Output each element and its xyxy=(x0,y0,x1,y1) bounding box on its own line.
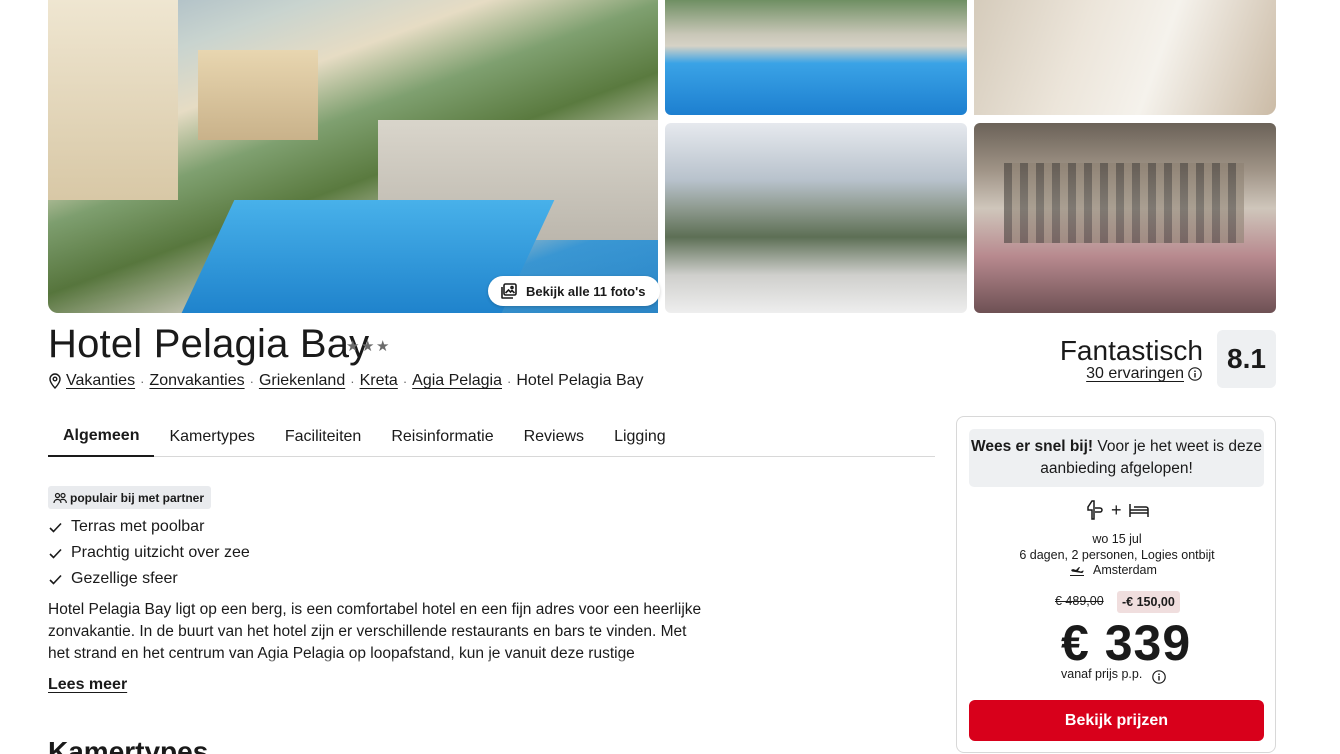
plus-icon: + xyxy=(1111,499,1122,520)
star-icon: ★ xyxy=(361,338,375,355)
photo-thumb-pool[interactable] xyxy=(665,0,967,115)
price: € 339 xyxy=(1061,615,1192,671)
board-icons: + xyxy=(1083,499,1150,521)
location-pin-icon xyxy=(49,373,61,389)
breadcrumb-separator: · xyxy=(507,373,512,389)
read-more-link[interactable]: Lees meer xyxy=(48,676,127,694)
photo-building xyxy=(198,50,318,140)
info-icon[interactable] xyxy=(1188,367,1202,381)
check-icon xyxy=(49,522,62,533)
feature-item: Terras met poolbar xyxy=(48,514,250,540)
partner-badge-label: populair bij met partner xyxy=(70,490,205,505)
photo-gallery: Bekijk alle 11 foto's xyxy=(48,0,1276,313)
urgency-alert: Wees er snel bij! Voor je het weet is de… xyxy=(969,429,1264,487)
photo-thumb-view[interactable] xyxy=(665,123,967,313)
star-rating: ★ ★ ★ xyxy=(346,338,390,355)
check-icon xyxy=(49,548,62,559)
tab-ligging[interactable]: Ligging xyxy=(599,416,681,457)
photo-thumb-bedroom[interactable] xyxy=(974,0,1276,115)
check-icon xyxy=(49,574,62,585)
alert-bold: Wees er snel bij! xyxy=(971,438,1094,455)
feature-list: Terras met poolbar Prachtig uitzicht ove… xyxy=(48,514,250,592)
departure-origin: Amsterdam xyxy=(1069,563,1157,577)
breadcrumb-vakanties[interactable]: Vakanties xyxy=(66,372,135,390)
tab-reviews[interactable]: Reviews xyxy=(509,416,599,457)
origin-label: Amsterdam xyxy=(1093,563,1157,577)
photo-thumb-bar[interactable] xyxy=(974,123,1276,313)
breadcrumb-griekenland[interactable]: Griekenland xyxy=(259,372,345,390)
rating-label: Fantastisch xyxy=(1059,335,1203,366)
breadcrumb-current: Hotel Pelagia Bay xyxy=(516,372,644,389)
hotel-description: Hotel Pelagia Bay ligt op een berg, is e… xyxy=(48,599,703,667)
all-photos-label: Bekijk alle 11 foto's xyxy=(526,283,646,299)
rating-score: 8.1 xyxy=(1217,330,1276,388)
gallery-icon xyxy=(501,283,517,299)
feature-item: Gezellige sfeer xyxy=(48,566,250,592)
breadcrumb: Vakanties · Zonvakanties · Griekenland ·… xyxy=(48,372,644,390)
tab-reisinformatie[interactable]: Reisinformatie xyxy=(376,416,508,457)
bed-icon xyxy=(1128,504,1149,517)
tab-faciliteiten[interactable]: Faciliteiten xyxy=(270,416,376,457)
booking-card: Wees er snel bij! Voor je het weet is de… xyxy=(956,416,1276,753)
travel-date-line2: 6 dagen, 2 personen, Logies ontbijt xyxy=(1019,548,1215,562)
old-price: € 489,00 xyxy=(1055,594,1104,608)
feature-item: Prachtig uitzicht over zee xyxy=(48,540,250,566)
partner-badge: populair bij met partner xyxy=(48,486,212,509)
feature-label: Terras met poolbar xyxy=(71,518,205,535)
photo-building xyxy=(48,0,178,200)
tab-kamertypes[interactable]: Kamertypes xyxy=(154,416,269,457)
people-icon xyxy=(53,492,67,503)
hotel-title: Hotel Pelagia Bay xyxy=(48,322,370,366)
breadcrumb-zonvakanties[interactable]: Zonvakanties xyxy=(149,372,244,390)
view-prices-button[interactable]: Bekijk prijzen xyxy=(969,700,1264,741)
plane-icon xyxy=(1070,567,1084,576)
breadcrumb-agia-pelagia[interactable]: Agia Pelagia xyxy=(412,372,502,390)
travel-date-line1: wo 15 jul xyxy=(1092,532,1142,546)
tab-algemeen[interactable]: Algemeen xyxy=(48,416,155,457)
star-icon: ★ xyxy=(376,338,390,355)
main-photo[interactable] xyxy=(48,0,658,313)
feature-label: Gezellige sfeer xyxy=(71,570,178,587)
star-icon: ★ xyxy=(346,338,360,355)
info-icon[interactable] xyxy=(1152,670,1166,684)
breakfast-icon xyxy=(1087,500,1103,520)
breadcrumb-separator: · xyxy=(402,373,408,389)
breadcrumb-separator: · xyxy=(140,373,145,389)
discount-badge: -€ 150,00 xyxy=(1117,591,1180,613)
reviews-count-link[interactable]: 30 ervaringen xyxy=(1086,365,1184,383)
tab-bar: Algemeen Kamertypes Faciliteiten Reisinf… xyxy=(48,416,935,457)
section-title-kamertypes: Kamertypes xyxy=(48,736,209,754)
feature-label: Prachtig uitzicht over zee xyxy=(71,544,250,561)
breadcrumb-kreta[interactable]: Kreta xyxy=(360,372,398,390)
travel-date: wo 15 jul 6 dagen, 2 personen, Logies on… xyxy=(957,531,1277,563)
breadcrumb-separator: · xyxy=(249,373,254,389)
breadcrumb-separator: · xyxy=(350,373,355,389)
price-note: vanaf prijs p.p. xyxy=(1061,667,1143,681)
photo-bar-shelves xyxy=(1004,163,1244,243)
all-photos-button[interactable]: Bekijk alle 11 foto's xyxy=(488,276,661,306)
